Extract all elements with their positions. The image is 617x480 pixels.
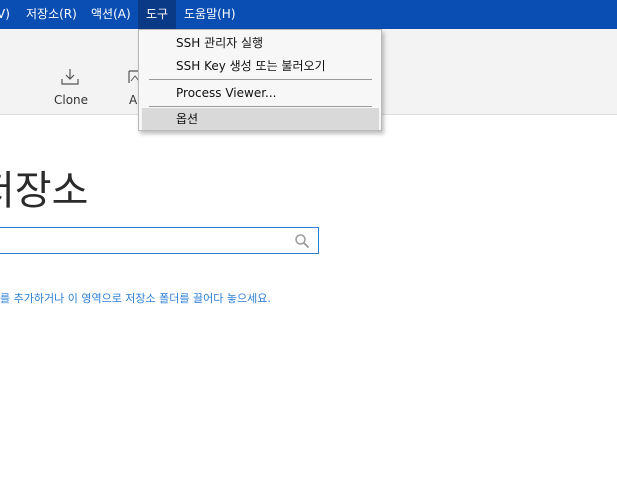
search-input[interactable] xyxy=(0,227,319,254)
menu-help[interactable]: 도움말(H) xyxy=(184,0,236,29)
menu-item-ssh-key[interactable]: SSH Key 생성 또는 불러오기 xyxy=(142,55,379,77)
page-title: 저장소 xyxy=(0,168,89,214)
menu-tools[interactable]: 도구 xyxy=(138,0,176,29)
menu-actions[interactable]: 액션(A) xyxy=(91,0,131,29)
search-icon[interactable] xyxy=(294,233,310,249)
menu-separator xyxy=(149,79,372,80)
tools-dropdown-menu: SSH 관리자 실행 SSH Key 생성 또는 불러오기 Process Vi… xyxy=(138,29,382,131)
clone-label: Clone xyxy=(54,93,89,107)
menu-item-process-viewer[interactable]: Process Viewer... xyxy=(142,82,379,104)
menu-view[interactable]: V) xyxy=(0,0,10,29)
add-repository-hint[interactable]: 를 추가하거나 이 영역으로 저장소 폴더를 끌어다 놓으세요. xyxy=(0,290,271,306)
menu-item-ssh-manager[interactable]: SSH 관리자 실행 xyxy=(142,32,379,54)
download-icon xyxy=(61,69,79,85)
menu-separator xyxy=(149,106,372,107)
menu-item-options[interactable]: 옵션 xyxy=(142,108,379,130)
menu-bar: V) 저장소(R) 액션(A) 도구 도움말(H) xyxy=(0,0,617,29)
menu-repository[interactable]: 저장소(R) xyxy=(26,0,77,29)
add-label: A xyxy=(129,93,138,107)
clone-button[interactable]: Clone xyxy=(48,29,92,114)
